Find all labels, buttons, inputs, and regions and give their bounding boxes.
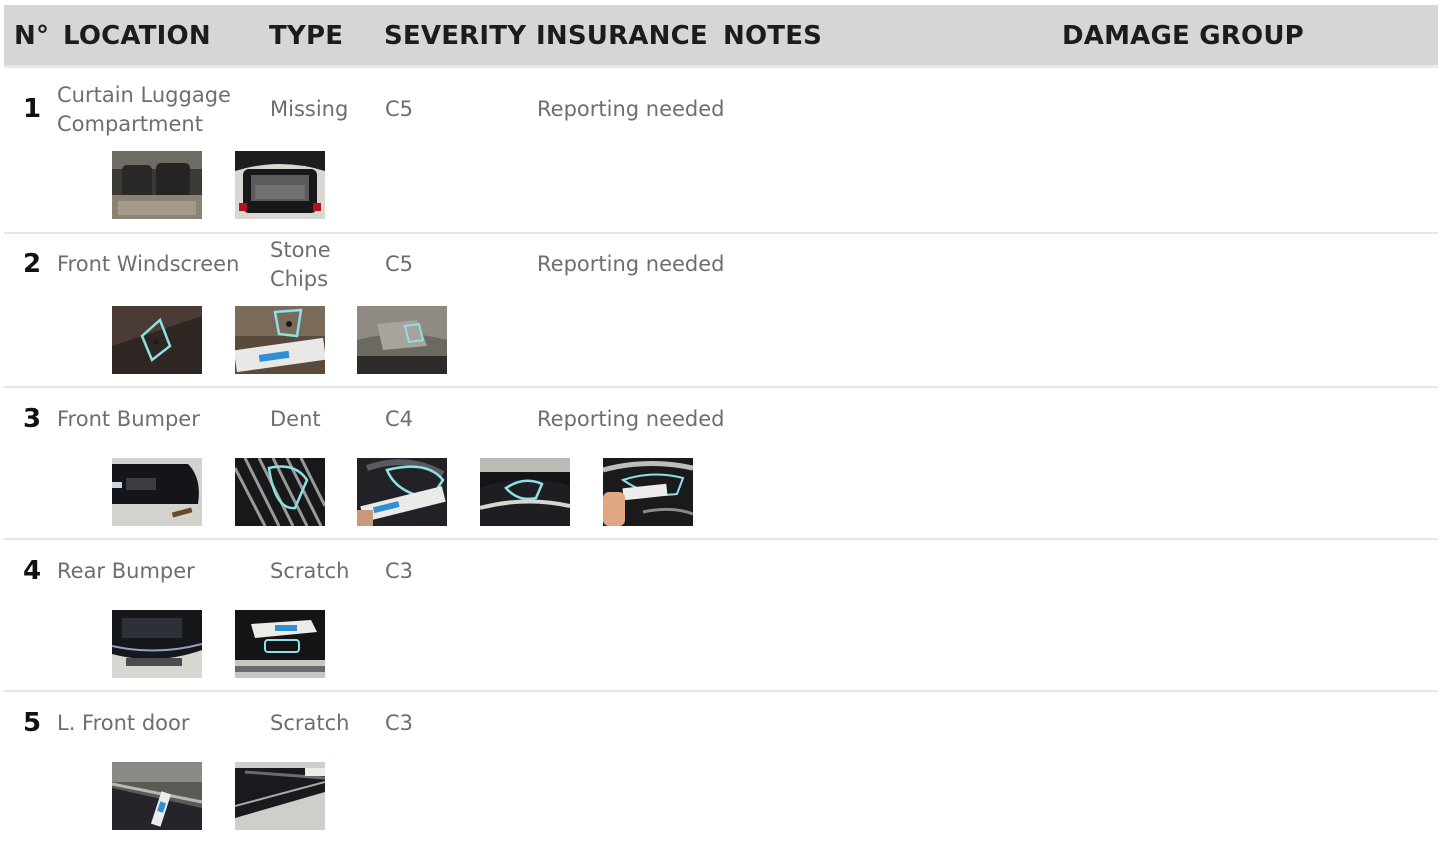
damage-severity: C3 bbox=[385, 711, 414, 735]
damage-type: Scratch bbox=[270, 559, 350, 583]
damage-location: Front Windscreen bbox=[57, 252, 240, 276]
table-row: 1 Curtain Luggage Compartment Missing C5… bbox=[4, 70, 1438, 234]
insurance-status: Reporting needed bbox=[537, 407, 725, 431]
damage-severity: C4 bbox=[385, 407, 414, 431]
rear-bumper-overview-photo[interactable] bbox=[112, 610, 202, 678]
damage-type: Dent bbox=[270, 407, 321, 431]
insurance-status: Reporting needed bbox=[537, 97, 725, 121]
front-bumper-overview-photo[interactable] bbox=[112, 458, 202, 526]
windscreen-chip-ruler-photo[interactable] bbox=[235, 306, 325, 374]
damage-number: 3 bbox=[23, 404, 42, 434]
damage-location: Curtain Luggage Compartment bbox=[57, 83, 231, 136]
column-header-type: TYPE bbox=[269, 21, 344, 51]
damage-number: 1 bbox=[23, 94, 42, 124]
damage-severity: C3 bbox=[385, 559, 414, 583]
column-header-damage-group: DAMAGE GROUP bbox=[1062, 21, 1304, 51]
front-grille-closeup-photo[interactable] bbox=[235, 458, 325, 526]
bumper-dent-hand-ruler-photo[interactable] bbox=[603, 458, 693, 526]
damage-severity: C5 bbox=[385, 97, 414, 121]
damage-number: 2 bbox=[23, 249, 42, 279]
windscreen-overview-photo[interactable] bbox=[357, 306, 447, 374]
damage-location: Front Bumper bbox=[57, 407, 200, 431]
column-header-location: LOCATION bbox=[63, 21, 211, 51]
column-header-notes: NOTES bbox=[723, 21, 823, 51]
rear-bumper-ruler-photo[interactable] bbox=[235, 610, 325, 678]
insurance-status: Reporting needed bbox=[537, 252, 725, 276]
damage-number: 4 bbox=[23, 556, 42, 586]
table-row: 2 Front Windscreen Stone Chips C5 Report… bbox=[4, 234, 1438, 388]
door-scratch-ruler-photo[interactable] bbox=[112, 762, 202, 830]
table-header: N° LOCATION TYPE SEVERITY INSURANCE NOTE… bbox=[4, 5, 1438, 68]
damage-location: L. Front door bbox=[57, 711, 190, 735]
damage-severity: C5 bbox=[385, 252, 414, 276]
damage-type: Missing bbox=[270, 97, 349, 121]
bumper-dent-marked-photo[interactable] bbox=[480, 458, 570, 526]
damage-type: Scratch bbox=[270, 711, 350, 735]
door-scratch-closeup-photo[interactable] bbox=[235, 762, 325, 830]
damage-type: Stone Chips bbox=[270, 238, 331, 291]
table-row: 3 Front Bumper Dent C4 Reporting needed bbox=[4, 388, 1438, 540]
rear-seat-interior-photo[interactable] bbox=[112, 151, 202, 219]
open-trunk-photo[interactable] bbox=[235, 151, 325, 219]
column-header-severity: SEVERITY bbox=[384, 21, 527, 51]
column-header-insurance: INSURANCE bbox=[536, 21, 708, 51]
table-row: 4 Rear Bumper Scratch C3 bbox=[4, 540, 1438, 692]
damage-location: Rear Bumper bbox=[57, 559, 195, 583]
damage-number: 5 bbox=[23, 708, 42, 738]
bumper-dent-ruler-photo[interactable] bbox=[357, 458, 447, 526]
table-row: 5 L. Front door Scratch C3 bbox=[4, 692, 1438, 841]
column-header-number: N° bbox=[14, 21, 50, 51]
windscreen-chip-closeup-photo[interactable] bbox=[112, 306, 202, 374]
